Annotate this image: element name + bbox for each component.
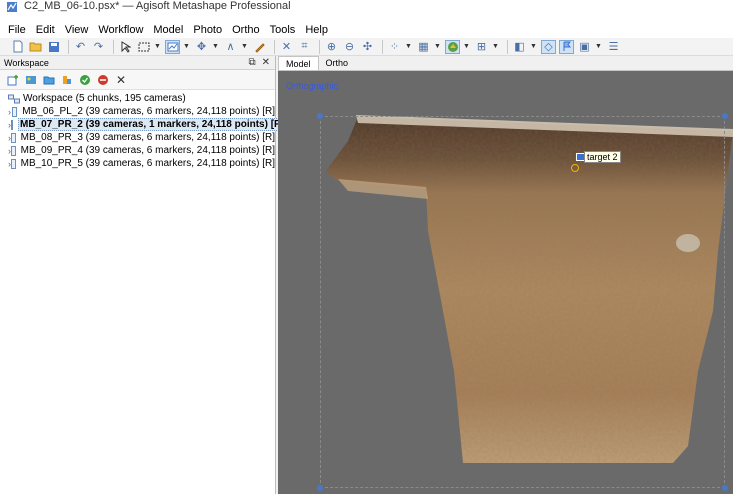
chunk-label: MB_09_PR_4 (39 cameras, 6 markers, 24,11… (20, 145, 275, 156)
menu-file[interactable]: File (8, 24, 26, 36)
rectangle-selection-icon[interactable] (136, 40, 151, 54)
add-chunk-group-icon[interactable] (60, 73, 74, 87)
toolbar-separator (319, 39, 320, 54)
layers-icon[interactable]: ☰ (606, 40, 621, 54)
chevron-down-icon[interactable]: ▼ (530, 40, 537, 54)
chunk-label: MB_08_PR_3 (39 cameras, 6 markers, 24,11… (20, 132, 275, 143)
cameras-icon[interactable]: ◧ (512, 40, 527, 54)
zoom-out-icon[interactable]: ⊖ (342, 40, 357, 54)
chevron-down-icon[interactable]: ▼ (405, 40, 412, 54)
navigation-cursor-icon[interactable] (118, 40, 133, 54)
markers-flag-icon[interactable] (559, 39, 574, 54)
toolbar-separator (68, 39, 69, 54)
toolbar-separator (113, 39, 114, 54)
workspace-tree: Workspace (5 chunks, 195 cameras) › MB_0… (0, 90, 287, 170)
workspace-icon (8, 94, 20, 103)
metashape-app-icon (7, 2, 17, 12)
point-cloud-icon[interactable]: ⁘ (387, 40, 402, 54)
toolbar-separator (507, 39, 508, 54)
remove-icon[interactable]: ✕ (114, 73, 128, 87)
crop-icon[interactable]: ⌗ (297, 40, 312, 54)
add-folder-icon[interactable] (42, 73, 56, 87)
chunk-icon (11, 132, 16, 143)
chunk-icon (11, 158, 16, 169)
chevron-down-icon[interactable]: ▼ (492, 40, 499, 54)
chunk-item[interactable]: › MB_10_PR_5 (39 cameras, 6 markers, 24,… (0, 157, 275, 170)
menu-help[interactable]: Help (305, 24, 328, 36)
workspace-root-label: Workspace (5 chunks, 195 cameras) (23, 93, 186, 104)
pencil-icon[interactable] (252, 40, 267, 54)
chunk-label: MB_10_PR_5 (39 cameras, 6 markers, 24,11… (20, 158, 275, 169)
chevron-down-icon[interactable]: ▼ (463, 40, 470, 54)
menu-ortho[interactable]: Ortho (232, 24, 260, 36)
workspace-panel-header: Workspace ⧉ ✕ (0, 56, 275, 70)
chunk-icon (11, 119, 13, 130)
menu-tools[interactable]: Tools (270, 24, 296, 36)
menu-edit[interactable]: Edit (36, 24, 55, 36)
delete-selection-icon[interactable]: ✕ (279, 40, 294, 54)
menu-photo[interactable]: Photo (193, 24, 222, 36)
chunk-icon (11, 106, 18, 117)
chevron-down-icon[interactable]: ▼ (241, 40, 248, 54)
reset-view-icon[interactable]: ✣ (360, 40, 375, 54)
chunk-item[interactable]: › MB_09_PR_4 (39 cameras, 6 markers, 24,… (0, 144, 275, 157)
ruler-icon[interactable]: ∧ (223, 40, 238, 54)
menu-model[interactable]: Model (153, 24, 183, 36)
marker-label[interactable]: target 2 (584, 151, 621, 163)
move-object-icon[interactable]: ✥ (194, 40, 209, 54)
workspace-panel-title: Workspace (4, 57, 49, 68)
textured-model-icon[interactable] (445, 39, 460, 54)
workspace-root[interactable]: Workspace (5 chunks, 195 cameras) (0, 92, 275, 105)
region-icon[interactable]: ▣ (577, 40, 592, 54)
redo-icon[interactable]: ↷ (91, 40, 106, 54)
region-corner-handle[interactable] (722, 113, 728, 119)
new-file-icon[interactable] (10, 40, 25, 54)
title-bar: C2_MB_06-10.psx* — Agisoft Metashape Pro… (0, 0, 733, 22)
zoom-in-icon[interactable]: ⊕ (324, 40, 339, 54)
main-toolbar: ↶ ↷ ▼ ▼ ✥ ▼ ∧ ▼ ✕ ⌗ ⊕ ⊖ ✣ ⁘ ▼ ▦ ▼ ▼ ⊞ ▼ … (0, 38, 733, 56)
region-corner-handle[interactable] (317, 485, 323, 491)
tab-model[interactable]: Model (278, 56, 319, 70)
chunk-item-active[interactable]: › MB_07_PR_2 (39 cameras, 1 markers, 24,… (0, 118, 287, 131)
enable-icon[interactable] (78, 73, 92, 87)
disable-icon[interactable] (96, 73, 110, 87)
undo-icon[interactable]: ↶ (73, 40, 88, 54)
close-panel-icon[interactable]: ✕ (262, 57, 270, 68)
model-view-mode-icon[interactable] (165, 39, 180, 54)
region-corner-handle[interactable] (317, 113, 323, 119)
menu-view[interactable]: View (65, 24, 89, 36)
tab-ortho[interactable]: Ortho (319, 56, 356, 70)
model-viewport[interactable]: Orthographic target 2 (278, 71, 733, 494)
chunk-icon (11, 145, 16, 156)
chevron-down-icon[interactable]: ▼ (154, 40, 161, 54)
region-corner-handle[interactable] (722, 485, 728, 491)
chevron-down-icon[interactable]: ▼ (595, 40, 602, 54)
chunk-label: MB_06_PL_2 (39 cameras, 6 markers, 24,11… (22, 106, 275, 117)
save-icon[interactable] (46, 40, 61, 54)
viewport-tabs: Model Ortho (278, 56, 733, 71)
workspace-panel: Workspace ⧉ ✕ ✕ Workspace (5 chunks, 195… (0, 56, 287, 494)
add-photos-icon[interactable] (24, 73, 38, 87)
chevron-down-icon[interactable]: ▼ (183, 40, 190, 54)
chunk-item[interactable]: › MB_08_PR_3 (39 cameras, 6 markers, 24,… (0, 131, 275, 144)
marker-point[interactable] (571, 164, 579, 172)
menu-workflow[interactable]: Workflow (98, 24, 143, 36)
toolbar-separator (274, 39, 275, 54)
workspace-toolbar: ✕ (0, 70, 275, 90)
open-folder-icon[interactable] (28, 40, 43, 54)
tiled-model-icon[interactable]: ⊞ (474, 40, 489, 54)
chunk-label: MB_07_PR_2 (39 cameras, 1 markers, 24,11… (18, 118, 287, 131)
mesh-icon[interactable]: ▦ (416, 40, 431, 54)
shapes-icon[interactable]: ◇ (541, 39, 556, 54)
add-chunk-icon[interactable] (6, 73, 20, 87)
undock-panel-icon[interactable]: ⧉ (248, 57, 255, 68)
window-title: C2_MB_06-10.psx* — Agisoft Metashape Pro… (24, 0, 291, 12)
chevron-down-icon[interactable]: ▼ (434, 40, 441, 54)
toolbar-separator (382, 39, 383, 54)
menu-bar: File Edit View Workflow Model Photo Orth… (0, 22, 733, 38)
region-bounding-box (320, 116, 725, 488)
chunk-item[interactable]: › MB_06_PL_2 (39 cameras, 6 markers, 24,… (0, 105, 275, 118)
chevron-down-icon[interactable]: ▼ (212, 40, 219, 54)
